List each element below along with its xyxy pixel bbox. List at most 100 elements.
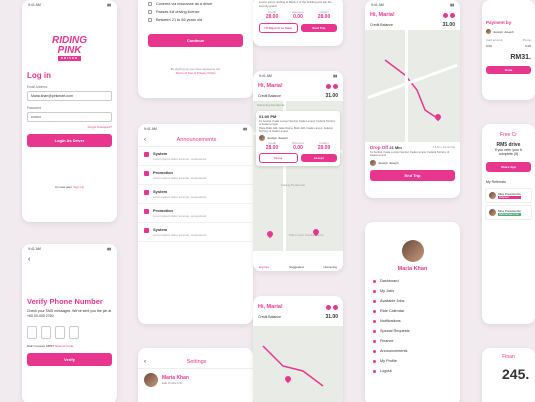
rider-name: Jocelyn Joseph <box>378 161 399 165</box>
calendar-icon <box>373 309 376 313</box>
announcement-item[interactable]: Promotion Lorem ipsum dolor sit amet, con… <box>138 204 253 223</box>
megaphone-icon <box>144 228 149 233</box>
balance-value: 31.00 <box>325 314 338 320</box>
tab-upcoming[interactable]: Upcoming <box>323 265 337 269</box>
map-view[interactable] <box>365 30 460 142</box>
requirement-item[interactable]: Covered via insurance as a driver <box>148 0 243 8</box>
pickup-address: KL Sentral, Kuala Lumpur Sentral, Kuala … <box>259 120 336 126</box>
end-trip-button[interactable]: End Trip <box>370 170 455 181</box>
password-label: Password <box>27 106 41 110</box>
back-arrow-icon[interactable]: ‹ <box>144 359 146 365</box>
greeting: Hi, Maria! <box>258 83 283 89</box>
email-label: Email Address <box>27 85 48 89</box>
announcement-item[interactable]: System Lorem ipsum dolor sit amet, consec… <box>138 147 253 166</box>
menu-item-available-jobs[interactable]: Available Jobs <box>373 296 452 306</box>
announcements-title: Announcements <box>176 137 217 143</box>
announcements-screen: 9:41 AM ▮▮ ‹ Announcements System Lorem ips… <box>138 124 253 324</box>
verify-screen: 9:41 AM ▮▮ ‹ Verify Phone Number Check yo… <box>22 244 117 402</box>
dropoff-address: KL Sentral, Kuala Lumpur Sentral, Kuala … <box>370 151 450 157</box>
dropoff-label: Drop Off <box>370 145 389 150</box>
menu-item-dashboard[interactable]: Dashboard <box>373 276 452 286</box>
trip-hint: Lorem ipsum nothing at Block A of the bu… <box>259 0 332 8</box>
forgot-password-link[interactable]: Forgot Password? <box>27 125 112 129</box>
balance-value: 31.00 <box>442 22 455 28</box>
reject-button[interactable]: I'll Reject It to them <box>259 23 298 33</box>
balance-label: Credit Balance <box>258 315 281 319</box>
announcement-item[interactable]: System Lorem ipsum dolor sit amet, consec… <box>138 223 253 242</box>
menu-item-finance[interactable]: Finance <box>373 336 452 346</box>
menu-item-special-requests[interactable]: Special Requests <box>373 326 452 336</box>
login-screen: 9:41 AM ▮▮ RIDING PINK DRIVER Log in Emai… <box>22 0 117 222</box>
bell-icon[interactable] <box>443 12 448 18</box>
referral-item[interactable]: Miss Prescila Rin Referred <box>485 188 532 203</box>
announcement-item[interactable]: System Lorem ipsum dolor sit amet, consec… <box>138 185 253 204</box>
done-button[interactable]: Done <box>486 66 531 74</box>
greeting: Hi, Maria! <box>370 12 395 18</box>
settings-title: Settings <box>186 359 207 365</box>
back-arrow-icon[interactable]: ‹ <box>22 254 117 265</box>
signup-link[interactable]: Sign Up <box>73 185 84 189</box>
verify-title: Verify Phone Number <box>27 297 103 306</box>
tab-suggested[interactable]: Suggested <box>289 265 303 269</box>
menu-item-my-jobs[interactable]: My Jobs <box>373 286 452 296</box>
menu-icon[interactable] <box>450 12 455 18</box>
logout-icon <box>373 369 376 373</box>
home-map-screen: Hi, Maria! Credit Balance 31.00 <box>253 296 343 402</box>
free-title: Free Cr <box>500 132 517 138</box>
menu-icon[interactable] <box>333 304 338 310</box>
megaphone-icon <box>373 349 376 353</box>
continue-button[interactable]: Continue <box>148 34 243 47</box>
status-time: 9:41 AM <box>144 127 157 131</box>
brand-logo-line2: PINK <box>57 45 82 56</box>
finance-screen: Finan 245. <box>482 348 535 402</box>
announcement-item[interactable]: Promotion Lorem ipsum dolor sit amet, con… <box>138 166 253 185</box>
jobs-icon <box>373 289 376 293</box>
tab-explore[interactable]: Explore <box>259 265 269 269</box>
bell-icon[interactable] <box>326 304 331 310</box>
email-field[interactable]: Maria.khan@pinkmart.com <box>27 91 112 101</box>
login-button[interactable]: Login As Driver <box>27 134 112 147</box>
stat-collect: Collect 28.00 <box>317 10 331 20</box>
payment-title: Payment by <box>486 20 512 25</box>
share-app-button[interactable]: Share App <box>486 162 531 172</box>
free-desc2: complete (5) <box>498 152 519 156</box>
avatar <box>489 209 496 216</box>
requirement-item[interactable]: Between 21 to 65 years old <box>148 16 243 24</box>
resend-link[interactable]: Resend Code <box>55 344 73 348</box>
menu-item-ride-calendar[interactable]: Ride Calendar <box>373 306 452 316</box>
edit-profile-link[interactable]: Edit Profile Info <box>162 381 189 385</box>
map-label: Kalang Pendamar <box>281 183 306 187</box>
megaphone-icon <box>144 152 149 157</box>
close-button[interactable]: Close <box>259 153 298 163</box>
login-title: Log in <box>27 71 51 80</box>
megaphone-icon <box>144 209 149 214</box>
start-trip-button[interactable]: Start Trip <box>300 24 337 32</box>
referrals-title: My Referrals <box>486 180 506 184</box>
menu-item-logout[interactable]: Logout <box>373 366 452 376</box>
map-label: Kampung Pendamar <box>257 103 285 107</box>
back-arrow-icon[interactable]: ‹ <box>144 137 146 143</box>
col-card: Card amount <box>486 38 503 42</box>
val-promo: 0.00 <box>525 44 531 48</box>
map-view[interactable] <box>253 326 343 402</box>
wallet-icon <box>373 339 376 343</box>
menu-item-announcements[interactable]: Announcements <box>373 346 452 356</box>
code-inputs[interactable] <box>27 326 112 340</box>
free-credit-screen: Free Cr RM5 drive If you refer your fr c… <box>482 124 535 324</box>
greeting: Hi, Maria! <box>258 304 283 310</box>
star-icon <box>373 329 376 333</box>
terms-screen: Covered via insurance as a driver Passes… <box>138 0 253 98</box>
referral-item[interactable]: Miss Prescila Rin Referral has a ride <box>485 205 532 220</box>
password-field[interactable]: •••••••• <box>27 112 112 122</box>
payment-screen: Payment by Jocelyn Joseph Card amount Pro… <box>482 0 535 100</box>
megaphone-icon <box>144 171 149 176</box>
menu-item-my-profile[interactable]: My Profile <box>373 356 452 366</box>
bell-icon[interactable] <box>326 83 331 89</box>
megaphone-icon <box>144 190 149 195</box>
requirement-item[interactable]: Passes full driving license <box>148 8 243 16</box>
accept-button[interactable]: Accept <box>300 154 337 162</box>
menu-item-notifications[interactable]: Notifications <box>373 316 452 326</box>
menu-icon[interactable] <box>333 83 338 89</box>
terms-links[interactable]: Terms of Use & Privacy Policy <box>148 71 243 75</box>
verify-button[interactable]: Verify <box>27 353 112 367</box>
